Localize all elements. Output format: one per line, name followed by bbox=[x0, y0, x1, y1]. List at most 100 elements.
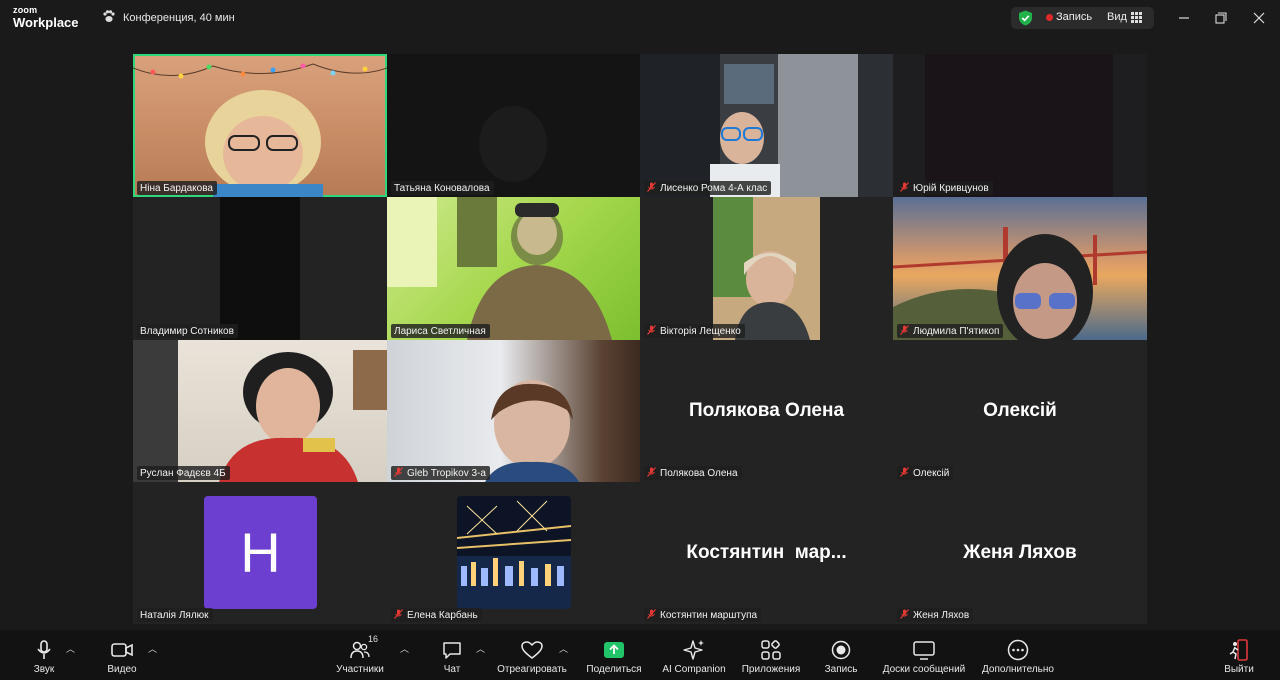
mic-muted-icon bbox=[647, 608, 656, 622]
participant-video bbox=[893, 227, 1147, 340]
more-dots-icon bbox=[1007, 637, 1029, 663]
participant-name: Людмила П'ятикоп bbox=[913, 325, 1000, 337]
video-button[interactable]: Видео bbox=[104, 630, 140, 680]
restore-icon[interactable] bbox=[1212, 9, 1230, 27]
participants-label: Участники bbox=[336, 664, 384, 675]
participant-name: Наталія Лялюк bbox=[140, 609, 209, 621]
participant-video bbox=[713, 197, 820, 340]
participant-name: Владимир Сотников bbox=[140, 325, 234, 337]
participant-tile[interactable]: Людмила П'ятикоп bbox=[893, 197, 1147, 340]
heart-icon bbox=[521, 637, 543, 663]
participant-tile[interactable]: Юрій Кривцунов bbox=[893, 54, 1147, 197]
react-button[interactable]: Отреагировать bbox=[494, 630, 570, 680]
meeting-info[interactable]: Конференция, 40 мин bbox=[102, 10, 235, 26]
participant-tile[interactable]: Лисенко Рома 4-А клас bbox=[640, 54, 893, 197]
record-label: Запись bbox=[824, 664, 858, 675]
share-button[interactable]: Поделиться bbox=[585, 630, 643, 680]
chat-button[interactable]: Чат bbox=[438, 630, 466, 680]
chat-options-chevron-up-icon[interactable]: ︿ bbox=[476, 642, 485, 655]
apps-icon bbox=[761, 637, 781, 663]
record-button[interactable]: Запись bbox=[822, 630, 860, 680]
participant-name: Вікторія Лещенко bbox=[660, 325, 741, 337]
video-options-chevron-up-icon[interactable]: ︿ bbox=[148, 642, 157, 655]
avatar-letter: H bbox=[240, 521, 281, 584]
participant-video bbox=[133, 340, 387, 482]
participant-tile[interactable]: Женя Ляхов Женя Ляхов bbox=[893, 482, 1147, 624]
participant-tile[interactable]: Руслан Фадєєв 4Б bbox=[133, 340, 387, 482]
audio-options-chevron-up-icon[interactable]: ︿ bbox=[66, 642, 75, 655]
participant-tile[interactable]: Татьяна Коновалова bbox=[387, 54, 640, 197]
video-camera-icon bbox=[111, 637, 133, 663]
participant-tile[interactable]: Полякова Олена Полякова Олена bbox=[640, 340, 893, 482]
close-icon[interactable] bbox=[1250, 9, 1268, 27]
participant-tile[interactable]: Ніна Бардакова bbox=[133, 54, 387, 197]
participant-name: Ніна Бардакова bbox=[140, 182, 213, 194]
participants-icon: 16 bbox=[350, 634, 378, 663]
participant-display-name: Олексій bbox=[983, 400, 1057, 421]
participants-options-chevron-up-icon[interactable]: ︿ bbox=[400, 642, 409, 655]
whiteboards-label: Доски сообщений bbox=[882, 664, 966, 675]
leave-label: Выйти bbox=[1224, 664, 1254, 675]
mic-muted-icon bbox=[647, 181, 656, 195]
participant-tile[interactable]: Владимир Сотников bbox=[133, 197, 387, 340]
audio-button[interactable]: Звук bbox=[28, 630, 60, 680]
react-label: Отреагировать bbox=[497, 664, 567, 675]
status-bar: Запись Вид bbox=[1011, 7, 1154, 29]
participant-name: Олексій bbox=[913, 467, 950, 479]
more-button[interactable]: Дополнительно bbox=[979, 630, 1057, 680]
participant-name: Лисенко Рома 4-А клас bbox=[660, 182, 768, 194]
participant-video bbox=[640, 54, 893, 197]
participant-video bbox=[220, 197, 300, 340]
ai-sparkle-icon bbox=[683, 637, 705, 663]
paw-icon bbox=[102, 10, 116, 26]
whiteboard-icon bbox=[913, 637, 935, 663]
participant-tile[interactable]: Вікторія Лещенко bbox=[640, 197, 893, 340]
participant-name: Полякова Олена bbox=[660, 467, 738, 479]
apps-label: Приложения bbox=[741, 664, 801, 675]
view-label[interactable]: Вид bbox=[1107, 11, 1127, 23]
minimize-icon[interactable] bbox=[1175, 9, 1193, 27]
participant-video bbox=[925, 54, 1113, 197]
participant-tile[interactable]: Лариса Светличная bbox=[387, 197, 640, 340]
participant-name: Костянтин марштупа bbox=[660, 609, 758, 621]
apps-button[interactable]: Приложения bbox=[739, 630, 803, 680]
logo-bottom: Workplace bbox=[13, 15, 79, 30]
logo-top: zoom bbox=[13, 5, 38, 15]
participant-display-name: Полякова Олена bbox=[688, 400, 845, 421]
participant-name: Елена Карбань bbox=[407, 609, 478, 621]
participant-tile[interactable]: Елена Карбань bbox=[387, 482, 640, 624]
zoom-workplace-logo: zoom Workplace bbox=[13, 5, 79, 30]
participant-name: Юрій Кривцунов bbox=[913, 182, 989, 194]
mic-muted-icon bbox=[900, 181, 909, 195]
leave-door-icon bbox=[1229, 637, 1249, 663]
participant-name: Gleb Tropikov 3-а bbox=[407, 467, 486, 479]
react-options-chevron-up-icon[interactable]: ︿ bbox=[559, 642, 568, 655]
ai-companion-label: AI Companion bbox=[662, 664, 726, 675]
grid-view-icon[interactable] bbox=[1131, 12, 1142, 26]
participant-tile[interactable]: Gleb Tropikov 3-а bbox=[387, 340, 640, 482]
participant-tile[interactable]: H Наталія Лялюк bbox=[133, 482, 387, 624]
recording-label[interactable]: Запись bbox=[1056, 11, 1092, 23]
mic-muted-icon bbox=[900, 466, 909, 480]
chat-bubble-icon bbox=[442, 637, 462, 663]
leave-button[interactable]: Выйти bbox=[1222, 630, 1256, 680]
profile-picture bbox=[457, 496, 571, 609]
ai-companion-button[interactable]: AI Companion bbox=[660, 630, 728, 680]
mic-muted-icon bbox=[394, 466, 403, 480]
mic-muted-icon bbox=[900, 608, 909, 622]
video-label: Видео bbox=[107, 664, 137, 675]
participant-tile[interactable]: Костянтин мар... Костянтин марштупа bbox=[640, 482, 893, 624]
participants-button[interactable]: 16 Участники bbox=[333, 630, 387, 680]
participant-tile[interactable]: Олексій Олексій bbox=[893, 340, 1147, 482]
participant-name: Руслан Фадєєв 4Б bbox=[140, 467, 226, 479]
security-shield-icon[interactable] bbox=[1018, 10, 1033, 29]
chat-label: Чат bbox=[443, 664, 461, 675]
mic-muted-icon bbox=[647, 324, 656, 338]
share-screen-icon bbox=[603, 637, 625, 663]
participant-name: Татьяна Коновалова bbox=[394, 182, 490, 194]
audio-label: Звук bbox=[33, 664, 55, 675]
participant-name: Лариса Светличная bbox=[394, 325, 486, 337]
whiteboards-button[interactable]: Доски сообщений bbox=[879, 630, 969, 680]
participant-name: Женя Ляхов bbox=[913, 609, 970, 621]
meeting-toolbar: Звук ︿ Видео ︿ 16 Участники ︿ Чат ︿ Отре… bbox=[0, 630, 1280, 680]
